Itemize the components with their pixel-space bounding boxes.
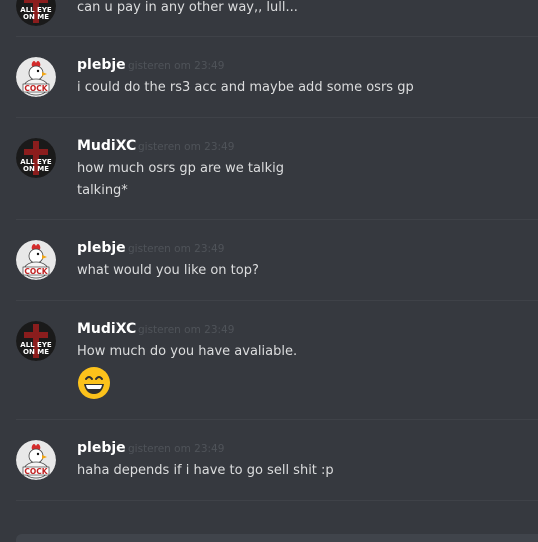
message-text: can u pay in any other way,, lull... (77, 0, 298, 15)
username[interactable]: plebje (77, 240, 126, 256)
username[interactable]: MudiXC (77, 138, 136, 154)
username[interactable]: MudiXC (77, 321, 136, 337)
timestamp: gisteren om 23:49 (128, 60, 225, 72)
avatar[interactable]: COCK (16, 240, 56, 280)
message-divider (16, 36, 538, 37)
message-divider (16, 219, 538, 220)
avatar-logo-text: COCK (24, 267, 48, 276)
message-text: i could do the rs3 acc and maybe add som… (77, 80, 414, 95)
cross-logo-icon: ALL EYE ON ME (16, 138, 56, 178)
username[interactable]: plebje (77, 440, 126, 456)
avatar-logo-text: COCK (24, 467, 48, 476)
message-text: How much do you have avaliable. (77, 344, 298, 359)
chicken-icon: COCK (16, 57, 56, 97)
avatar[interactable]: ALL EYE ON ME (16, 138, 56, 178)
timestamp: gisteren om 23:49 (138, 141, 235, 153)
avatar-logo-text: ON ME (23, 13, 49, 21)
timestamp: gisteren om 23:49 (128, 443, 225, 455)
message-divider (16, 117, 538, 118)
chicken-icon: COCK (16, 240, 56, 280)
avatar-logo-text: ON ME (23, 165, 49, 173)
username[interactable]: plebje (77, 57, 126, 73)
message-text: what would you like on top? (77, 263, 259, 278)
cross-logo-icon: ALL EYE ON ME (16, 0, 56, 26)
message-divider (16, 300, 538, 301)
avatar[interactable]: ALL EYE ON ME (16, 321, 56, 361)
message-divider (16, 419, 538, 420)
timestamp: gisteren om 23:49 (138, 324, 235, 336)
cross-logo-icon: ALL EYE ON ME (16, 321, 56, 361)
grinning-face-icon[interactable] (77, 366, 111, 400)
avatar[interactable]: COCK (16, 440, 56, 480)
avatar[interactable]: COCK (16, 57, 56, 97)
message-input-bar[interactable] (16, 534, 538, 542)
timestamp: gisteren om 23:49 (128, 243, 225, 255)
avatar-logo-text: COCK (24, 84, 48, 93)
chicken-icon: COCK (16, 440, 56, 480)
avatar[interactable]: ALL EYE ON ME (16, 0, 56, 26)
message-divider (16, 500, 538, 501)
message-text: talking* (77, 183, 128, 198)
chat-messages: ALL EYE ON ME can u pay in any other way… (0, 0, 538, 542)
message-text: haha depends if i have to go sell shit :… (77, 463, 334, 478)
message-text: how much osrs gp are we talkig (77, 161, 284, 176)
avatar-logo-text: ON ME (23, 348, 49, 356)
